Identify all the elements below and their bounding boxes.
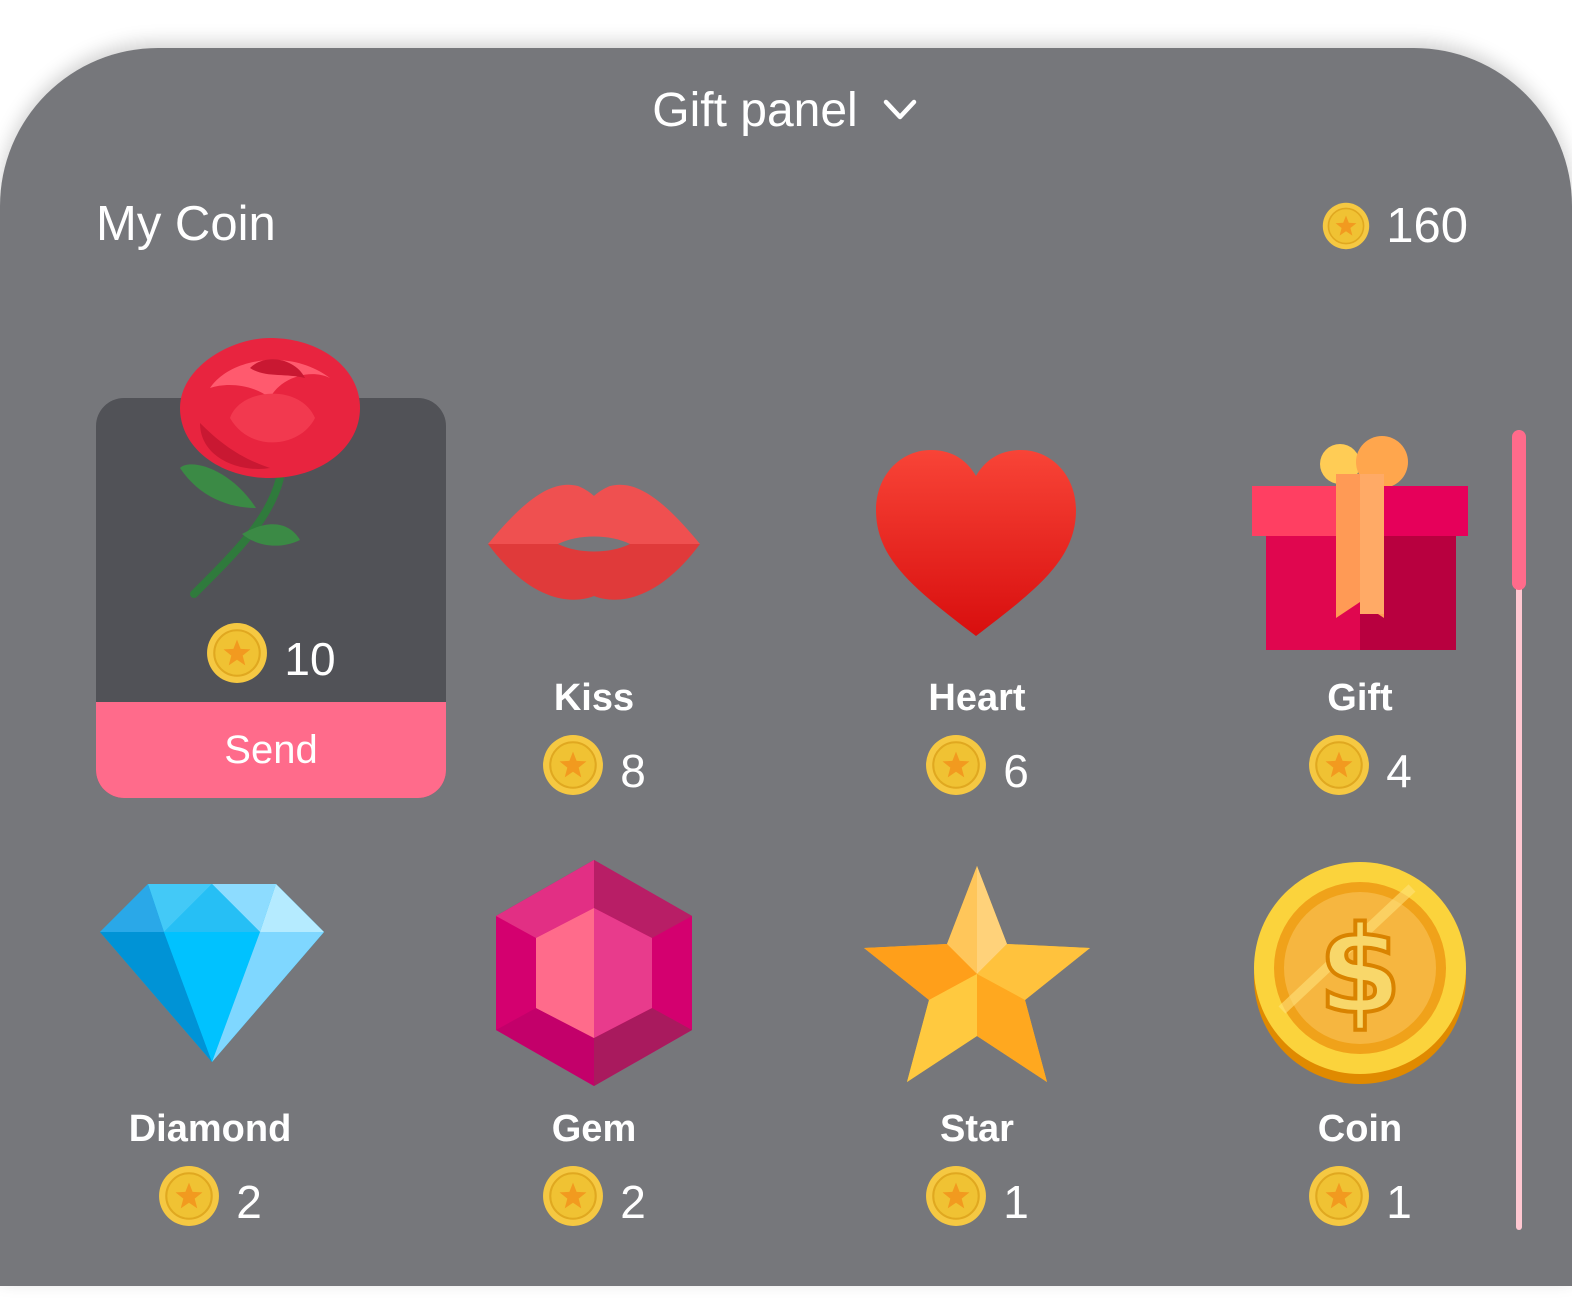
- send-button[interactable]: Send: [96, 702, 446, 798]
- gift-name: Gem: [551, 1108, 637, 1150]
- dollar-coin-icon: $: [1254, 862, 1466, 1084]
- gift-price: 2: [542, 1165, 646, 1238]
- gift-price-value: 1: [1003, 1175, 1029, 1228]
- chevron-down-icon[interactable]: [880, 90, 920, 130]
- gift-price: 8: [542, 734, 646, 807]
- gift-name: Star: [940, 1108, 1014, 1150]
- my-coin-label: My Coin: [96, 197, 276, 251]
- gift-price-value: 2: [620, 1175, 646, 1228]
- gift-item-coin[interactable]: Coin 1: [1210, 1107, 1510, 1238]
- gift-price-value: 8: [620, 744, 646, 797]
- coin-balance: 160: [1322, 196, 1468, 256]
- coin-star-icon: [1308, 734, 1370, 807]
- gift-price: 1: [925, 1165, 1029, 1238]
- gift-item-gift[interactable]: Gift 4: [1210, 676, 1510, 807]
- gem-icon: [496, 860, 692, 1086]
- panel-title: Gift panel: [652, 83, 858, 137]
- gift-price-value: 1: [1386, 1175, 1412, 1228]
- gift-price: 1: [1308, 1165, 1412, 1238]
- coin-star-icon: [542, 734, 604, 807]
- gift-item-diamond[interactable]: Diamond 2: [60, 1107, 360, 1238]
- coin-star-icon: [925, 1165, 987, 1238]
- gift-name: Heart: [928, 677, 1026, 719]
- gift-price-value: 4: [1386, 744, 1412, 797]
- gift-name: Diamond: [128, 1108, 292, 1150]
- star-icon: [864, 866, 1090, 1082]
- gift-price-value: 2: [236, 1175, 262, 1228]
- gift-name: Kiss: [553, 677, 635, 719]
- gift-box-icon: [1252, 436, 1468, 650]
- svg-text:$: $: [1318, 902, 1402, 1041]
- gift-item-gem[interactable]: Gem 2: [444, 1107, 744, 1238]
- gift-price: 2: [158, 1165, 262, 1238]
- coin-star-icon: [158, 1165, 220, 1238]
- gift-name: Coin: [1317, 1108, 1403, 1150]
- coin-star-icon: [1322, 202, 1370, 250]
- coin-star-icon: [206, 622, 268, 695]
- gift-name: Gift: [1327, 677, 1393, 719]
- heart-icon: [876, 450, 1076, 636]
- selected-gift-price-value: 10: [284, 632, 336, 685]
- gift-price: 6: [925, 734, 1029, 807]
- panel-header[interactable]: Gift panel: [0, 80, 1572, 140]
- selected-gift-price: 10: [96, 622, 446, 695]
- balance-value: 160: [1386, 199, 1468, 253]
- rose-icon: [180, 338, 360, 598]
- gift-item-heart[interactable]: Heart 6: [827, 676, 1127, 807]
- gift-price: 4: [1308, 734, 1412, 807]
- lips-icon: [488, 484, 700, 600]
- diamond-icon: [100, 884, 324, 1062]
- coin-star-icon: [925, 734, 987, 807]
- gift-item-kiss[interactable]: Kiss 8: [444, 676, 744, 807]
- coin-star-icon: [542, 1165, 604, 1238]
- coin-star-icon: [1308, 1165, 1370, 1238]
- gift-price-value: 6: [1003, 744, 1029, 797]
- scrollbar-thumb[interactable]: [1512, 430, 1526, 590]
- gift-item-star[interactable]: Star 1: [827, 1107, 1127, 1238]
